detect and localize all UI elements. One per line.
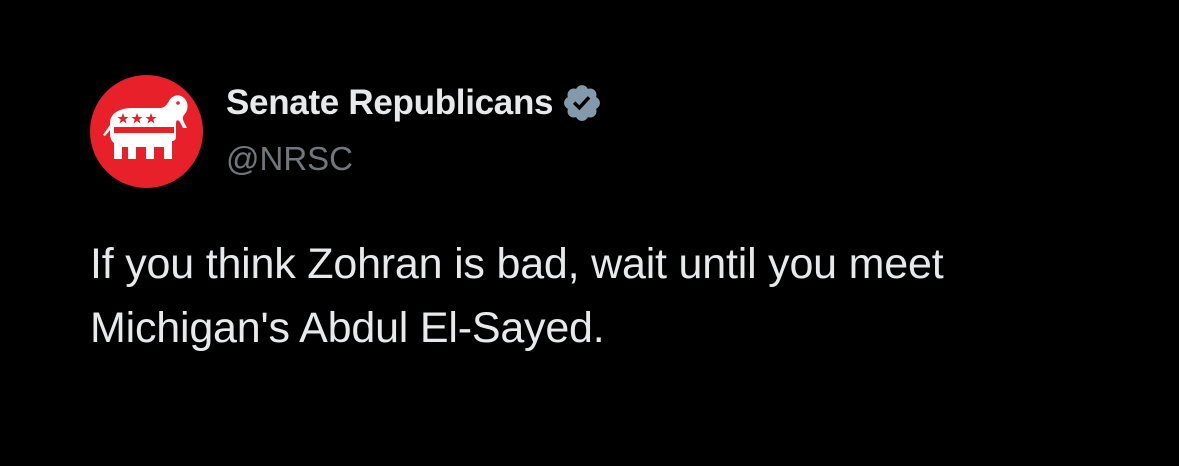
tweet-text: If you think Zohran is bad, wait until y… [90, 232, 1130, 360]
tweet-header: Senate Republicans @NRSC [226, 80, 603, 178]
elephant-logo-icon [103, 95, 188, 159]
verified-badge-icon[interactable] [561, 82, 603, 124]
tweet-text-line: Michigan's Abdul El-Sayed. [90, 304, 605, 352]
name-row: Senate Republicans [226, 80, 603, 126]
tweet-text-line: If you think Zohran is bad, wait until y… [90, 240, 944, 288]
avatar[interactable] [90, 75, 203, 188]
tweet-card: Senate Republicans @NRSC If you think Zo… [0, 0, 1179, 466]
display-name[interactable]: Senate Republicans [226, 83, 554, 123]
user-handle[interactable]: @NRSC [226, 140, 603, 178]
